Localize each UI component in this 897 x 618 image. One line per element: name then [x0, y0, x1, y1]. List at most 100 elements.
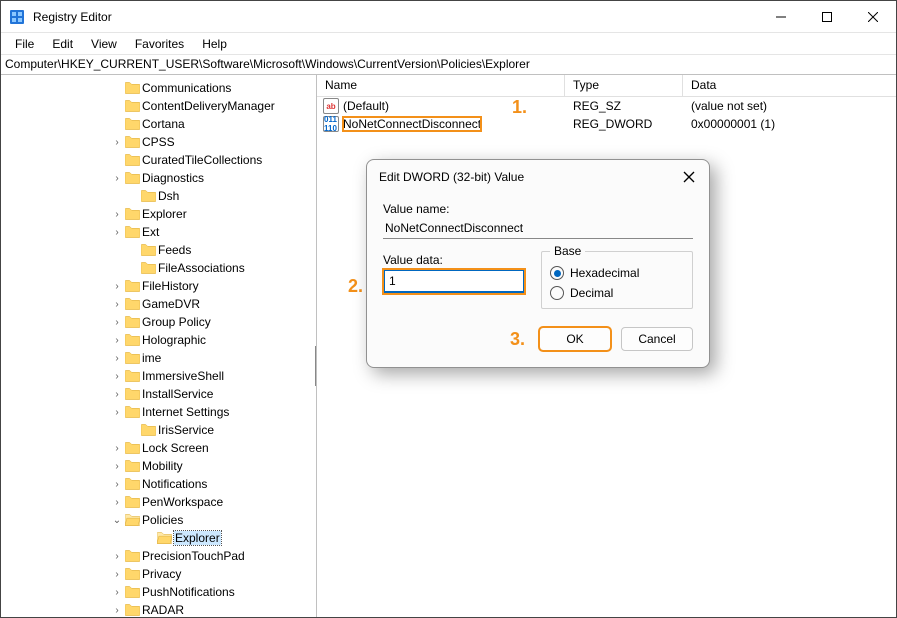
registry-editor-window: Registry Editor File Edit View Favorites… — [0, 0, 897, 618]
folder-icon — [124, 207, 140, 221]
folder-icon — [124, 153, 140, 167]
value-data-field[interactable] — [384, 270, 524, 293]
close-button[interactable] — [850, 1, 896, 32]
tree-item[interactable]: › Mobility — [1, 457, 316, 475]
registry-tree[interactable]: Communications ContentDeliveryManager Cort… — [1, 75, 317, 617]
tree-item[interactable]: FileAssociations — [1, 259, 316, 277]
menu-help[interactable]: Help — [194, 35, 235, 53]
tree-item[interactable]: ›RADAR — [1, 601, 316, 617]
value-row[interactable]: 011 110NoNetConnectDisconnectREG_DWORD0x… — [317, 115, 896, 133]
tree-item[interactable]: IrisService — [1, 421, 316, 439]
chevron-right-icon[interactable]: › — [110, 407, 124, 418]
tree-item[interactable]: Cortana — [1, 115, 316, 133]
minimize-button[interactable] — [758, 1, 804, 32]
chevron-right-icon[interactable]: › — [110, 227, 124, 238]
tree-item[interactable]: ContentDeliveryManager — [1, 97, 316, 115]
tree-item[interactable]: ›FileHistory — [1, 277, 316, 295]
tree-item-label: Notifications — [142, 477, 207, 491]
value-name-field[interactable] — [383, 218, 693, 239]
folder-icon — [124, 279, 140, 293]
tree-item[interactable]: ⌄ Policies — [1, 511, 316, 529]
chevron-down-icon[interactable]: ⌄ — [110, 515, 124, 526]
chevron-right-icon[interactable]: › — [110, 605, 124, 616]
tree-item[interactable]: ›ime — [1, 349, 316, 367]
chevron-right-icon[interactable]: › — [110, 461, 124, 472]
chevron-right-icon[interactable]: › — [110, 587, 124, 598]
radio-hexadecimal[interactable]: Hexadecimal — [550, 266, 684, 280]
annotation-3: 3. — [510, 329, 525, 350]
menu-view[interactable]: View — [83, 35, 125, 53]
dialog-title: Edit DWORD (32-bit) Value — [379, 170, 524, 184]
chevron-right-icon[interactable]: › — [110, 209, 124, 220]
folder-icon — [124, 117, 140, 131]
col-name[interactable]: Name — [317, 75, 565, 96]
tree-item-label: FileAssociations — [158, 261, 245, 275]
maximize-button[interactable] — [804, 1, 850, 32]
chevron-right-icon[interactable]: › — [110, 281, 124, 292]
tree-item[interactable]: Dsh — [1, 187, 316, 205]
value-name: NoNetConnectDisconnect — [343, 117, 481, 131]
tree-item[interactable]: ›Holographic — [1, 331, 316, 349]
dialog-close-icon[interactable] — [681, 169, 697, 185]
cancel-button[interactable]: Cancel — [621, 327, 693, 351]
chevron-right-icon[interactable]: › — [110, 173, 124, 184]
tree-item-label: Mobility — [142, 459, 183, 473]
chevron-right-icon[interactable]: › — [110, 353, 124, 364]
chevron-right-icon[interactable]: › — [110, 569, 124, 580]
tree-item[interactable]: › Notifications — [1, 475, 316, 493]
tree-item[interactable]: ›CPSS — [1, 133, 316, 151]
tree-item[interactable]: ›Explorer — [1, 205, 316, 223]
base-legend: Base — [550, 244, 585, 258]
tree-item[interactable]: ›Privacy — [1, 565, 316, 583]
tree-item[interactable]: ›PushNotifications — [1, 583, 316, 601]
tree-item[interactable]: › PenWorkspace — [1, 493, 316, 511]
tree-item[interactable]: CuratedTileCollections — [1, 151, 316, 169]
address-bar[interactable]: Computer\HKEY_CURRENT_USER\Software\Micr… — [1, 55, 896, 75]
titlebar: Registry Editor — [1, 1, 896, 33]
tree-item-label: Policies — [142, 513, 183, 527]
chevron-right-icon[interactable]: › — [110, 299, 124, 310]
chevron-right-icon[interactable]: › — [110, 497, 124, 508]
tree-item-label: ContentDeliveryManager — [142, 99, 275, 113]
chevron-right-icon[interactable]: › — [110, 443, 124, 454]
tree-item-label: Feeds — [158, 243, 191, 257]
chevron-right-icon[interactable]: › — [110, 317, 124, 328]
tree-item[interactable]: ›Diagnostics — [1, 169, 316, 187]
tree-item[interactable]: Communications — [1, 79, 316, 97]
tree-item[interactable]: ›Lock Screen — [1, 439, 316, 457]
col-type[interactable]: Type — [565, 75, 683, 96]
tree-item[interactable]: ›PrecisionTouchPad — [1, 547, 316, 565]
chevron-right-icon[interactable]: › — [110, 389, 124, 400]
tree-item[interactable]: Explorer — [1, 529, 316, 547]
chevron-right-icon[interactable]: › — [110, 551, 124, 562]
tree-item[interactable]: ›ImmersiveShell — [1, 367, 316, 385]
chevron-right-icon[interactable]: › — [110, 371, 124, 382]
tree-item-label: Cortana — [142, 117, 185, 131]
tree-item[interactable]: › GameDVR — [1, 295, 316, 313]
tree-item[interactable]: ›Internet Settings — [1, 403, 316, 421]
window-controls — [758, 1, 896, 32]
menu-file[interactable]: File — [7, 35, 42, 53]
chevron-right-icon[interactable]: › — [110, 479, 124, 490]
tree-item[interactable]: ›Group Policy — [1, 313, 316, 331]
menu-edit[interactable]: Edit — [44, 35, 81, 53]
values-header: Name Type Data — [317, 75, 896, 97]
value-row[interactable]: ab(Default)REG_SZ(value not set) — [317, 97, 896, 115]
folder-icon — [124, 405, 140, 419]
menubar: File Edit View Favorites Help — [1, 33, 896, 55]
ok-button[interactable]: OK — [539, 327, 611, 351]
chevron-right-icon[interactable]: › — [110, 335, 124, 346]
radio-decimal[interactable]: Decimal — [550, 286, 684, 300]
tree-item[interactable]: ›Ext — [1, 223, 316, 241]
chevron-right-icon[interactable]: › — [110, 137, 124, 148]
folder-icon — [124, 387, 140, 401]
tree-item[interactable]: ›InstallService — [1, 385, 316, 403]
regedit-icon — [9, 9, 25, 25]
window-title: Registry Editor — [33, 10, 758, 24]
folder-icon — [124, 351, 140, 365]
menu-favorites[interactable]: Favorites — [127, 35, 192, 53]
tree-item[interactable]: Feeds — [1, 241, 316, 259]
tree-item-label: PenWorkspace — [142, 495, 223, 509]
tree-item-label: GameDVR — [142, 297, 200, 311]
col-data[interactable]: Data — [683, 75, 896, 96]
